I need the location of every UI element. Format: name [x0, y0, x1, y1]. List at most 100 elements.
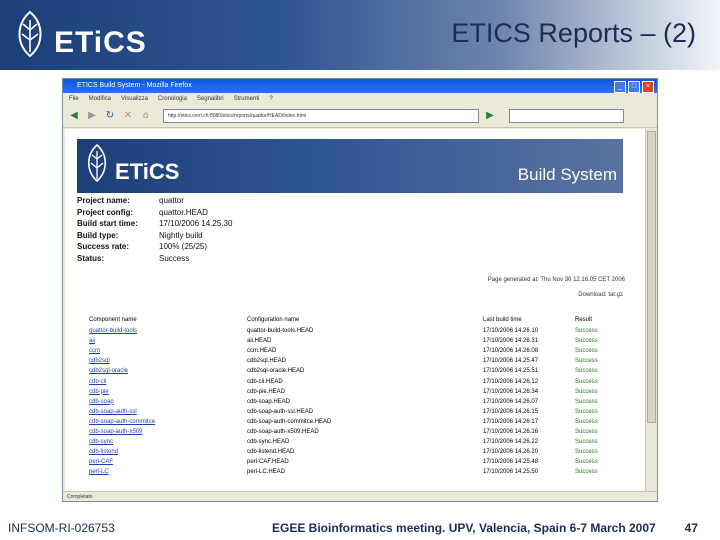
menu-item-strumenti[interactable]: Strumenti — [234, 93, 260, 105]
svg-text:ETiCS: ETiCS — [54, 26, 147, 59]
slide-title: ETICS Reports – (2) — [451, 18, 696, 48]
result-status: Success — [575, 328, 598, 335]
build-time: 17/10/2006 14.26.08 — [483, 348, 539, 355]
result-status: Success — [575, 388, 598, 395]
menu-item-segnalibri[interactable]: Segnalibri — [197, 93, 224, 105]
status-bar: Completato — [63, 491, 657, 501]
result-status: Success — [575, 469, 598, 476]
result-status: Success — [575, 368, 598, 375]
result-status: Success — [575, 439, 598, 446]
browser-titlebar: ETICS Build System - Mozilla Firefox _ □… — [63, 79, 657, 93]
menu-item-cronologia[interactable]: Cronologia — [158, 93, 187, 105]
menu-item-visualizza[interactable]: Visualizza — [121, 93, 148, 105]
component-link[interactable]: perl-CAF — [89, 457, 247, 467]
result-status: Success — [575, 408, 598, 415]
build-time: 17/10/2006 14.26.16 — [483, 428, 539, 435]
column-header: Component name — [89, 316, 137, 323]
configuration-name: aii.HEAD — [247, 338, 272, 345]
configuration-name: cdb-soap-auth-x509.HEAD — [247, 428, 319, 435]
configuration-name: cdb-cli.HEAD — [247, 378, 283, 385]
component-link[interactable]: cdb-soap-auth-commitce — [89, 417, 247, 427]
table-body: quattor-build-tools quattor-build-tools.H… — [89, 326, 635, 477]
reload-icon[interactable]: ↻ — [103, 109, 117, 123]
component-link[interactable]: cdb-cli — [89, 376, 247, 386]
component-link[interactable]: ccm — [89, 346, 247, 356]
minimize-icon[interactable]: _ — [614, 81, 626, 93]
stop-icon[interactable]: ✕ — [121, 109, 135, 123]
url-input[interactable]: http://etics.cern.ch:8080/etics/reports/… — [163, 109, 479, 123]
etics-banner-logo-icon: ETiCS — [87, 143, 179, 184]
table-row: cdb-cli cdb-cli.HEAD 17/10/2006 14.26.12 Su… — [89, 376, 635, 386]
column-header: Result — [575, 316, 593, 323]
menu-item-file[interactable]: File — [69, 93, 79, 105]
result-status: Success — [575, 418, 598, 425]
forward-icon[interactable]: ▶ — [85, 109, 99, 123]
component-link[interactable]: cdb-soap — [89, 397, 247, 407]
component-link[interactable]: cdb-listend — [89, 447, 247, 457]
configuration-name: cdb-pie.HEAD — [247, 388, 286, 395]
vertical-scrollbar[interactable] — [645, 129, 656, 491]
info-label: Status: — [77, 253, 105, 263]
footer-project-code: INFSOM-RI-026753 — [8, 521, 115, 535]
component-link[interactable]: cdb-soap-auth-ssl — [89, 407, 247, 417]
table-row: cdb2sql-oracle cdb2sql-oracle.HEAD 17/10/2… — [89, 366, 635, 376]
configuration-name: cdb-listend.HEAD — [247, 449, 295, 456]
component-link[interactable]: quattor-build-tools — [89, 326, 247, 336]
build-time: 17/10/2006 14.26.22 — [483, 439, 539, 446]
home-icon[interactable]: ⌂ — [139, 109, 153, 123]
build-time: 17/10/2006 14.26.10 — [483, 328, 539, 335]
build-time: 17/10/2006 14.26.15 — [483, 408, 539, 415]
back-icon[interactable]: ◀ — [67, 109, 81, 123]
maximize-icon[interactable]: □ — [628, 81, 640, 93]
configuration-name: cdb-soap-auth-ssl.HEAD — [247, 408, 314, 415]
configuration-name: ccm.HEAD — [247, 348, 277, 355]
component-link[interactable]: cdb-pie — [89, 387, 247, 397]
result-status: Success — [575, 378, 598, 385]
menu-item-help[interactable]: ? — [269, 93, 272, 105]
go-icon[interactable]: ▶ — [483, 109, 497, 123]
info-value: 100% (25/25) — [159, 242, 208, 251]
close-icon[interactable]: × — [642, 81, 654, 93]
result-status: Success — [575, 338, 598, 345]
configuration-name: quattor-build-tools.HEAD — [247, 328, 314, 335]
search-input[interactable] — [509, 109, 624, 123]
page-number: 47 — [684, 521, 698, 535]
build-time: 17/10/2006 14.26.07 — [483, 398, 539, 405]
builds-table: Component name Configuration name Last b… — [89, 315, 635, 477]
table-row: perl-CAF perl-CAF.HEAD 17/10/2006 14.25.48… — [89, 457, 635, 467]
build-time: 17/10/2006 14.26.17 — [483, 418, 539, 425]
table-row: ccm ccm.HEAD 17/10/2006 14.26.08 Success — [89, 346, 635, 356]
info-value: 17/10/2006 14.25.30 — [159, 219, 233, 228]
configuration-name: perl-CAF.HEAD — [247, 459, 289, 466]
component-link[interactable]: cdb-soap-auth-x509 — [89, 427, 247, 437]
component-link[interactable]: perl-LC — [89, 467, 247, 477]
info-label: Project config: — [77, 207, 134, 217]
component-link[interactable]: aii — [89, 336, 247, 346]
generated-time: Page generated at: Thu Nov 30 12.16.05 C… — [487, 277, 625, 283]
component-link[interactable]: cdb2sql — [89, 356, 247, 366]
result-status: Success — [575, 459, 598, 466]
table-row: perl-LC perl-LC.HEAD 17/10/2006 14.25.50 Su… — [89, 467, 635, 477]
build-time: 17/10/2006 14.25.47 — [483, 358, 539, 365]
menu-item-modifica[interactable]: Modifica — [89, 93, 111, 105]
configuration-name: perl-LC.HEAD — [247, 469, 286, 476]
browser-window: ETICS Build System - Mozilla Firefox _ □… — [62, 78, 658, 502]
info-label: Build type: — [77, 230, 119, 240]
table-header-row: Component name Configuration name Last b… — [89, 315, 635, 326]
page-content: ETiCS Build System Project name: quattor … — [65, 129, 645, 491]
navigation-toolbar: ◀ ▶ ↻ ✕ ⌂ http://etics.cern.ch:8080/etic… — [63, 105, 657, 128]
scrollbar-thumb[interactable] — [647, 131, 656, 423]
build-time: 17/10/2006 14.26.20 — [483, 449, 539, 456]
table-row: quattor-build-tools quattor-build-tools.H… — [89, 326, 635, 336]
build-time: 17/10/2006 14.25.50 — [483, 469, 539, 476]
component-link[interactable]: cdb-sync — [89, 437, 247, 447]
configuration-name: cdb-sync.HEAD — [247, 439, 290, 446]
configuration-name: cdb-soap-auth-commitce.HEAD — [247, 418, 332, 425]
table-row: cdb-soap-auth-commitce cdb-soap-auth-comm… — [89, 417, 635, 427]
table-row: cdb-sync cdb-sync.HEAD 17/10/2006 14.26.22… — [89, 437, 635, 447]
result-status: Success — [575, 358, 598, 365]
info-label: Project name: — [77, 196, 130, 205]
build-time: 17/10/2006 14.25.51 — [483, 368, 539, 375]
download-link[interactable]: Download: tar.gz — [578, 292, 623, 298]
component-link[interactable]: cdb2sql-oracle — [89, 366, 247, 376]
